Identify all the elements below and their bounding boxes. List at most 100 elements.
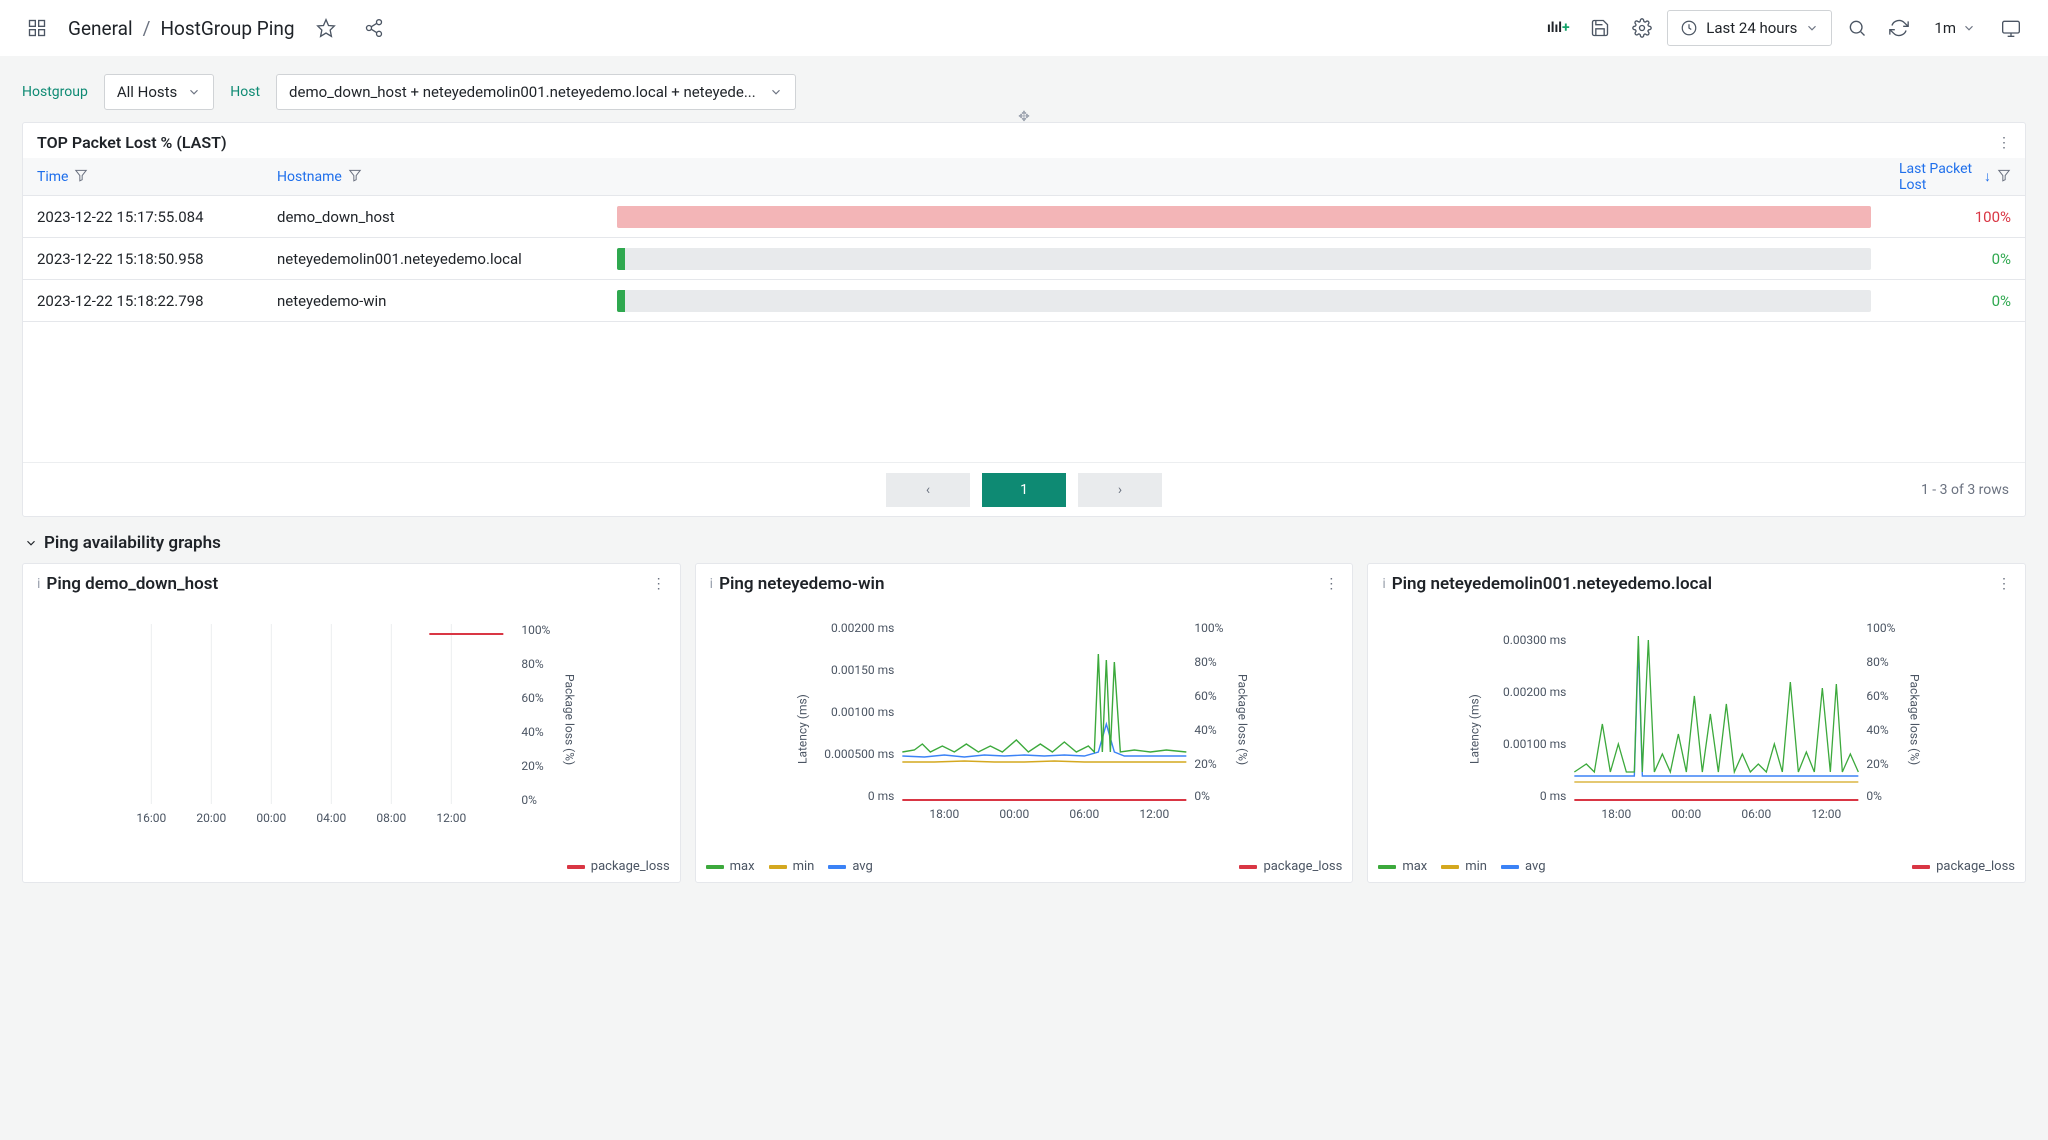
- chart-title[interactable]: Ping neteyedemolin001.neteyedemo.local: [1386, 574, 1997, 594]
- cell-hostname: demo_down_host: [263, 208, 603, 226]
- svg-text:06:00: 06:00: [1069, 807, 1099, 821]
- svg-text:60%: 60%: [521, 691, 543, 705]
- svg-text:0.00100 ms: 0.00100 ms: [1503, 737, 1566, 751]
- panel-menu-button[interactable]: ⋮: [1997, 576, 2011, 592]
- breadcrumb-folder[interactable]: General: [68, 17, 133, 40]
- cell-value: 0%: [1885, 292, 2025, 310]
- panel-ping-demo-down-host: i Ping demo_down_host ⋮ 100% 80% 60%: [22, 563, 681, 883]
- kiosk-mode-button[interactable]: [1994, 11, 2028, 45]
- chart-title[interactable]: Ping demo_down_host: [40, 574, 651, 594]
- cell-time: 2023-12-22 15:18:50.958: [23, 250, 263, 268]
- time-range-picker[interactable]: Last 24 hours: [1667, 10, 1832, 46]
- svg-text:06:00: 06:00: [1742, 807, 1772, 821]
- refresh-interval-label: 1m: [1934, 19, 1956, 37]
- svg-text:40%: 40%: [1194, 723, 1216, 737]
- chart-legend: max min avg package_loss: [696, 855, 1353, 882]
- pager: ‹ 1 › 1 - 3 of 3 rows: [23, 462, 2025, 516]
- th-hostname[interactable]: Hostname: [263, 168, 603, 186]
- svg-text:80%: 80%: [1194, 655, 1216, 669]
- legend-package-loss[interactable]: package_loss: [567, 859, 670, 874]
- cell-time: 2023-12-22 15:17:55.084: [23, 208, 263, 226]
- cell-hostname: neteyedemo-win: [263, 292, 603, 310]
- pager-prev-button[interactable]: ‹: [886, 473, 970, 507]
- panel-menu-button[interactable]: ⋮: [652, 576, 666, 592]
- svg-text:16:00: 16:00: [136, 811, 166, 825]
- svg-text:08:00: 08:00: [376, 811, 406, 825]
- panel-menu-button[interactable]: ⋮: [1324, 576, 1338, 592]
- add-panel-button[interactable]: ılıl+: [1541, 11, 1575, 45]
- svg-text:0.00150 ms: 0.00150 ms: [831, 663, 894, 677]
- table-row[interactable]: 2023-12-22 15:17:55.084demo_down_host100…: [23, 196, 2025, 238]
- svg-text:60%: 60%: [1194, 689, 1216, 703]
- svg-text:00:00: 00:00: [999, 807, 1029, 821]
- save-button[interactable]: [1583, 11, 1617, 45]
- var-hostgroup-select[interactable]: All Hosts: [104, 74, 214, 110]
- var-hostgroup-value: All Hosts: [117, 83, 177, 101]
- pager-next-button[interactable]: ›: [1078, 473, 1162, 507]
- legend-min[interactable]: min: [769, 859, 815, 874]
- legend-avg[interactable]: avg: [1501, 859, 1546, 874]
- y2-axis-label: Package loss (%): [1235, 674, 1249, 765]
- y2-axis-label: Package loss (%): [562, 674, 576, 765]
- refresh-interval-picker[interactable]: 1m: [1924, 10, 1986, 46]
- topbar-right: ılıl+ Last 24 hours 1m: [1541, 10, 2028, 46]
- settings-button[interactable]: [1625, 11, 1659, 45]
- panel-ping-neteyedemo-win: i Ping neteyedemo-win ⋮ 0.00200 ms 0.001…: [695, 563, 1354, 883]
- legend-min[interactable]: min: [1441, 859, 1487, 874]
- table-row[interactable]: 2023-12-22 15:18:50.958neteyedemolin001.…: [23, 238, 2025, 280]
- svg-text:00:00: 00:00: [1672, 807, 1702, 821]
- var-host-select[interactable]: demo_down_host + neteyedemolin001.neteye…: [276, 74, 796, 110]
- table-header: Time Hostname Last Packet Lost ↓: [23, 158, 2025, 196]
- legend-package-loss[interactable]: package_loss: [1912, 859, 2015, 874]
- share-icon[interactable]: [357, 11, 391, 45]
- legend-max[interactable]: max: [1378, 859, 1427, 874]
- topbar-left: General / HostGroup Ping: [20, 11, 391, 45]
- svg-text:0.00100 ms: 0.00100 ms: [831, 705, 894, 719]
- svg-text:60%: 60%: [1867, 689, 1889, 703]
- chevron-down-icon: [187, 85, 201, 99]
- svg-text:100%: 100%: [521, 623, 550, 637]
- row-header-ping-graphs[interactable]: Ping availability graphs: [0, 517, 2048, 563]
- table-row[interactable]: 2023-12-22 15:18:22.798neteyedemo-win0%: [23, 280, 2025, 322]
- zoom-out-button[interactable]: [1840, 11, 1874, 45]
- svg-text:80%: 80%: [1867, 655, 1889, 669]
- panel-ping-neteyedemolin001: i Ping neteyedemolin001.neteyedemo.local…: [1367, 563, 2026, 883]
- var-hostgroup-label: Hostgroup: [22, 84, 88, 100]
- pager-info: 1 - 3 of 3 rows: [1921, 482, 2009, 498]
- filter-icon: [74, 168, 88, 186]
- refresh-button[interactable]: [1882, 11, 1916, 45]
- pager-page-1[interactable]: 1: [982, 473, 1066, 507]
- svg-text:80%: 80%: [521, 657, 543, 671]
- svg-text:100%: 100%: [1194, 621, 1223, 635]
- legend-max[interactable]: max: [706, 859, 755, 874]
- svg-text:04:00: 04:00: [316, 811, 346, 825]
- filter-icon: [348, 168, 362, 186]
- svg-text:0.00300 ms: 0.00300 ms: [1503, 633, 1566, 647]
- y-axis-label: Latency (ms): [1468, 694, 1482, 764]
- panel-top-packet-lost: ✥ TOP Packet Lost % (LAST) ⋮ Time Hostna…: [22, 122, 2026, 517]
- chevron-down-icon: [1805, 21, 1819, 35]
- chart-plot[interactable]: 100% 80% 60% 40% 20% 0% Package loss (%)…: [31, 604, 672, 834]
- svg-text:20%: 20%: [521, 759, 543, 773]
- svg-text:100%: 100%: [1867, 621, 1896, 635]
- th-time[interactable]: Time: [23, 168, 263, 186]
- top-bar: General / HostGroup Ping ılıl+ Last 24 h…: [0, 0, 2048, 56]
- chart-plot[interactable]: 0.00200 ms 0.00150 ms 0.00100 ms 0.00050…: [704, 604, 1345, 834]
- legend-avg[interactable]: avg: [828, 859, 873, 874]
- panel-title[interactable]: TOP Packet Lost % (LAST): [37, 133, 227, 152]
- svg-text:12:00: 12:00: [1139, 807, 1169, 821]
- legend-package-loss[interactable]: package_loss: [1239, 859, 1342, 874]
- panel-menu-button[interactable]: ⋮: [1997, 135, 2011, 151]
- breadcrumb-dashboard[interactable]: HostGroup Ping: [160, 17, 294, 40]
- chart-title[interactable]: Ping neteyedemo-win: [713, 574, 1324, 594]
- panel-drag-handle-icon[interactable]: ✥: [1018, 109, 1030, 125]
- star-icon[interactable]: [309, 11, 343, 45]
- dashboards-icon[interactable]: [20, 11, 54, 45]
- var-host-label: Host: [230, 84, 260, 100]
- table-body: 2023-12-22 15:17:55.084demo_down_host100…: [23, 196, 2025, 322]
- th-last-packet-lost[interactable]: Last Packet Lost ↓: [1885, 161, 2025, 193]
- chart-plot[interactable]: 0.00300 ms 0.00200 ms 0.00100 ms 0 ms La…: [1376, 604, 2017, 834]
- svg-text:0 ms: 0 ms: [868, 789, 894, 803]
- svg-text:0%: 0%: [521, 793, 537, 807]
- cell-hostname: neteyedemolin001.neteyedemo.local: [263, 250, 603, 268]
